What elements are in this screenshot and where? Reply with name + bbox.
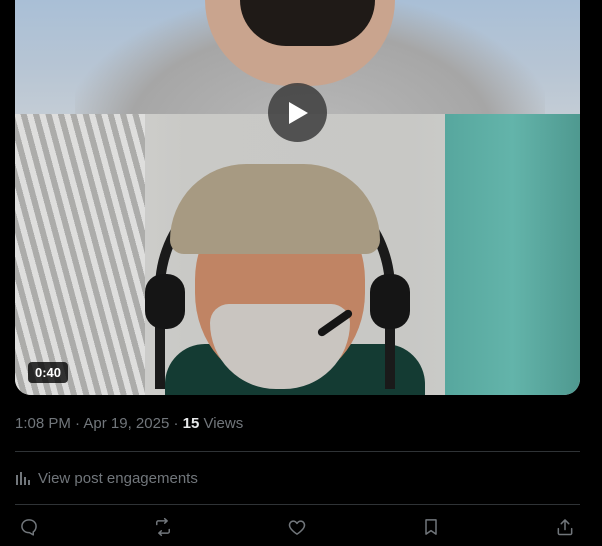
cap bbox=[170, 164, 380, 254]
meta-separator: · bbox=[70, 415, 84, 432]
divider bbox=[15, 451, 580, 452]
like-icon bbox=[288, 520, 306, 535]
video-player[interactable]: 0:40 bbox=[15, 0, 580, 395]
video-frame-bottom bbox=[15, 114, 580, 395]
share-icon bbox=[557, 519, 573, 536]
post-date[interactable]: Apr 19, 2025 bbox=[83, 415, 169, 432]
share-button[interactable] bbox=[548, 510, 582, 544]
post-time[interactable]: 1:08 PM bbox=[15, 415, 71, 432]
analytics-icon bbox=[15, 470, 31, 486]
post-detail: 0:40 1:08 PM · Apr 19, 2025 · 15 Views V… bbox=[0, 0, 602, 546]
play-button[interactable] bbox=[268, 83, 327, 142]
views-label: Views bbox=[199, 415, 244, 432]
meta-separator: · bbox=[169, 415, 183, 432]
repost-icon bbox=[156, 517, 170, 537]
like-button[interactable] bbox=[280, 510, 314, 544]
action-bar bbox=[15, 510, 580, 544]
reply-icon bbox=[21, 519, 37, 536]
bookmark-button[interactable] bbox=[414, 510, 448, 544]
reply-button[interactable] bbox=[12, 510, 46, 544]
lace-curtain bbox=[15, 114, 145, 395]
engagements-label: View post engagements bbox=[38, 469, 198, 487]
view-engagements-link[interactable]: View post engagements bbox=[15, 461, 198, 495]
teal-curtain bbox=[445, 114, 580, 395]
bookmark-icon bbox=[425, 519, 437, 535]
repost-button[interactable] bbox=[146, 510, 180, 544]
divider bbox=[15, 504, 580, 505]
post-meta: 1:08 PM · Apr 19, 2025 · 15 Views bbox=[15, 415, 243, 432]
video-duration: 0:40 bbox=[28, 362, 69, 383]
views-count: 15 bbox=[182, 415, 200, 432]
play-icon bbox=[288, 101, 308, 124]
